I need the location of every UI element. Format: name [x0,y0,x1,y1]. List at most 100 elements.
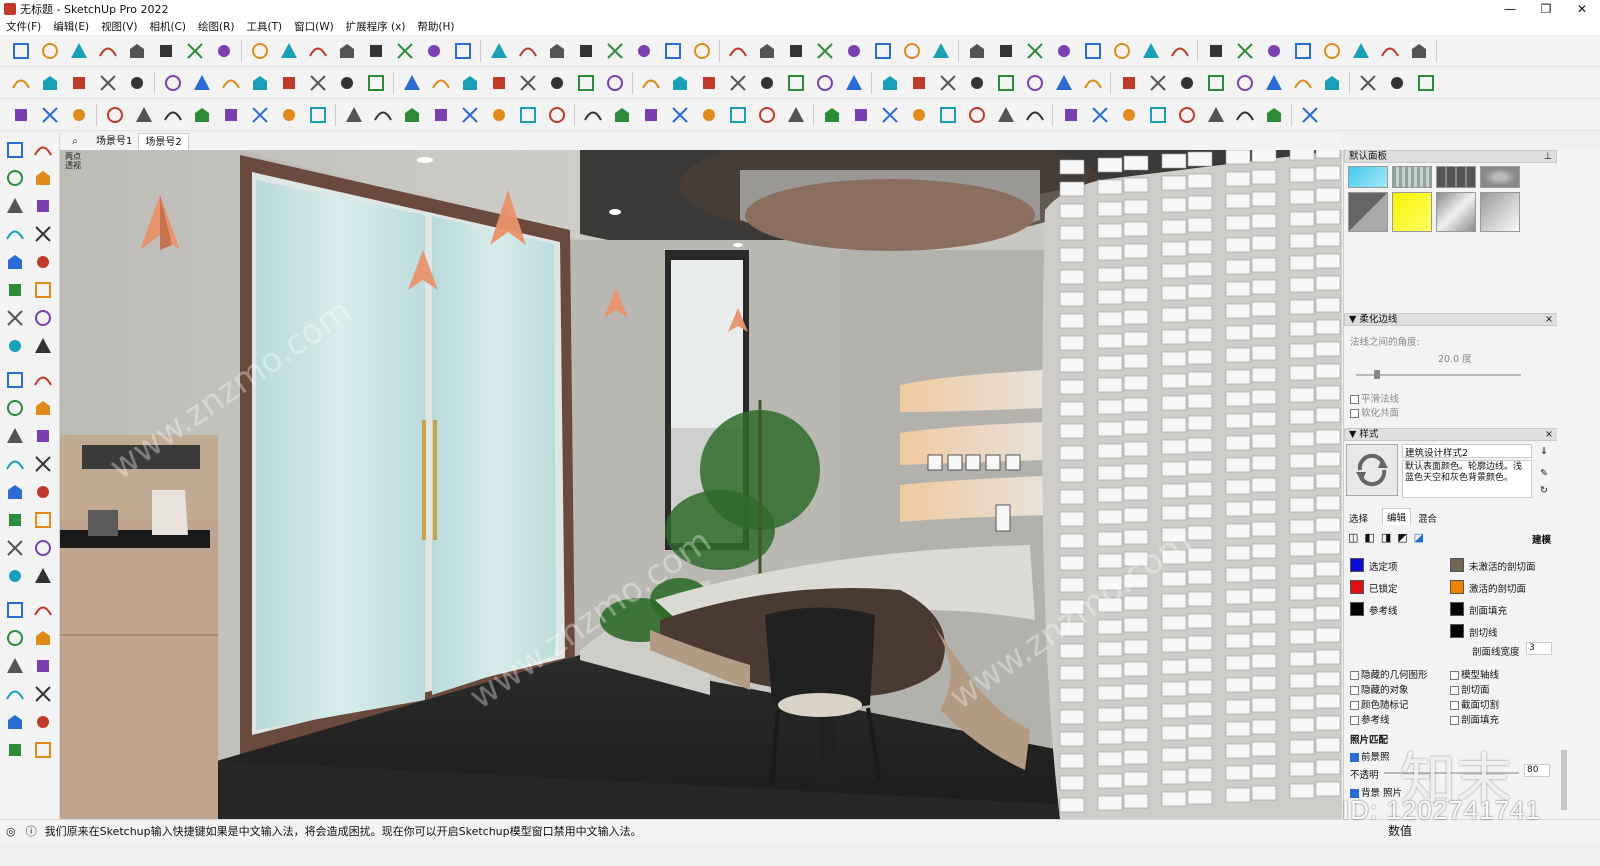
toolbar-tool-icon[interactable] [10,40,32,62]
drawing-tool-icon[interactable] [4,537,26,559]
color-swatch[interactable] [1350,558,1364,572]
toolbar-tool-icon[interactable] [104,104,126,126]
menu-help[interactable]: 帮助(H) [411,19,460,34]
toolbar-tool-icon[interactable] [662,40,684,62]
toolbar-tool-icon[interactable] [1234,104,1256,126]
drawing-tool-icon[interactable] [4,369,26,391]
toolbar-tool-icon[interactable] [1205,40,1227,62]
face-settings-icon[interactable]: ◧ [1364,531,1374,544]
menu-window[interactable]: 窗口(W) [288,19,340,34]
drawing-tool-icon[interactable] [32,683,54,705]
search-icon[interactable]: ⌕ [60,133,90,150]
toolbar-tool-icon[interactable] [39,104,61,126]
refresh-style-icon[interactable]: ↻ [1540,485,1548,496]
toolbar-tool-icon[interactable] [1024,72,1046,94]
toolbar-tool-icon[interactable] [582,104,604,126]
toolbar-tool-icon[interactable] [966,72,988,94]
toolbar-tool-icon[interactable] [669,104,691,126]
style-thumbnail[interactable] [1346,444,1398,496]
toolbar-tool-icon[interactable] [1379,40,1401,62]
toolbar-tool-icon[interactable] [249,72,271,94]
toolbar-tool-icon[interactable] [814,72,836,94]
toolbar-tool-icon[interactable] [756,40,778,62]
foreground-photo-checkbox[interactable]: 前景照 [1350,749,1390,763]
toolbar-tool-icon[interactable] [155,40,177,62]
toolbar-tool-icon[interactable] [430,104,452,126]
toolbar-tool-icon[interactable] [1357,72,1379,94]
drawing-tool-icon[interactable] [32,397,54,419]
toolbar-tool-icon[interactable] [727,104,749,126]
toolbar-tool-icon[interactable] [307,40,329,62]
menu-draw[interactable]: 绘图(R) [192,19,241,34]
toolbar-tool-icon[interactable] [785,72,807,94]
toolbar-tool-icon[interactable] [278,104,300,126]
angle-slider-thumb[interactable] [1374,370,1380,379]
toolbar-tool-icon[interactable] [126,72,148,94]
toolbar-tool-icon[interactable] [879,72,901,94]
toolbar-tool-icon[interactable] [488,104,510,126]
color-swatch[interactable] [1450,558,1464,572]
opacity-input[interactable]: 80 [1524,764,1550,777]
drawing-tool-icon[interactable] [4,251,26,273]
material-swatch[interactable] [1392,192,1432,232]
material-swatch[interactable] [1348,192,1388,232]
toolbar-tool-icon[interactable] [756,72,778,94]
toolbar-tool-icon[interactable] [604,40,626,62]
toolbar-tool-icon[interactable] [1089,104,1111,126]
toolbar-tool-icon[interactable] [126,40,148,62]
tab-edit[interactable]: 编辑 [1382,508,1412,525]
toolbar-tool-icon[interactable] [937,104,959,126]
toolbar-tool-icon[interactable] [517,40,539,62]
toolbar-tool-icon[interactable] [278,40,300,62]
toolbar-tool-icon[interactable] [1386,72,1408,94]
menu-view[interactable]: 视图(V) [95,19,143,34]
color-swatch[interactable] [1450,602,1464,616]
drawing-tool-icon[interactable] [32,335,54,357]
display-option-checkbox[interactable]: 剖面填充 [1450,712,1499,726]
toolbar-tool-icon[interactable] [995,40,1017,62]
toolbar-tool-icon[interactable] [1321,40,1343,62]
toolbar-tool-icon[interactable] [785,104,807,126]
model-viewport[interactable]: www.znzmo.com www.znzmo.com www.znzmo.co… [60,150,1342,819]
toolbar-tool-icon[interactable] [698,104,720,126]
toolbar-tool-icon[interactable] [249,40,271,62]
soften-edges-header[interactable]: ▼ 柔化边线 × [1344,313,1557,326]
drawing-tool-icon[interactable] [32,711,54,733]
drawing-tool-icon[interactable] [32,481,54,503]
toolbar-tool-icon[interactable] [995,72,1017,94]
drawing-tool-icon[interactable] [4,599,26,621]
toolbar-tool-icon[interactable] [401,104,423,126]
toolbar-tool-icon[interactable] [1263,104,1285,126]
toolbar-tool-icon[interactable] [1263,72,1285,94]
toolbar-tool-icon[interactable] [966,104,988,126]
drawing-tool-icon[interactable] [32,139,54,161]
toolbar-tool-icon[interactable] [220,72,242,94]
material-swatch[interactable] [1392,166,1432,188]
toolbar-tool-icon[interactable] [1147,72,1169,94]
toolbar-tool-icon[interactable] [879,104,901,126]
tray-pin-icon[interactable]: ⊥ [1544,151,1552,163]
drawing-tool-icon[interactable] [4,139,26,161]
toolbar-tool-icon[interactable] [1140,40,1162,62]
toolbar-tool-icon[interactable] [278,72,300,94]
toolbar-tool-icon[interactable] [191,104,213,126]
toolbar-tool-icon[interactable] [546,72,568,94]
toolbar-tool-icon[interactable] [97,72,119,94]
toolbar-tool-icon[interactable] [937,72,959,94]
drawing-tool-icon[interactable] [32,251,54,273]
style-description[interactable]: 默认表面颜色。轮廓边线。浅蓝色天空和灰色背景颜色。 [1402,460,1532,498]
menu-edit[interactable]: 编辑(E) [47,19,95,34]
toolbar-tool-icon[interactable] [1118,104,1140,126]
toolbar-tool-icon[interactable] [213,40,235,62]
color-swatch[interactable] [1350,580,1364,594]
toolbar-tool-icon[interactable] [1118,72,1140,94]
toolbar-tool-icon[interactable] [68,72,90,94]
close-icon[interactable]: × [1545,314,1553,326]
menu-camera[interactable]: 相机(C) [143,19,192,34]
toolbar-tool-icon[interactable] [1205,72,1227,94]
toolbar-tool-icon[interactable] [575,40,597,62]
toolbar-tool-icon[interactable] [611,104,633,126]
section-width-input[interactable]: 3 [1526,642,1552,655]
toolbar-tool-icon[interactable] [336,72,358,94]
toolbar-tool-icon[interactable] [1205,104,1227,126]
